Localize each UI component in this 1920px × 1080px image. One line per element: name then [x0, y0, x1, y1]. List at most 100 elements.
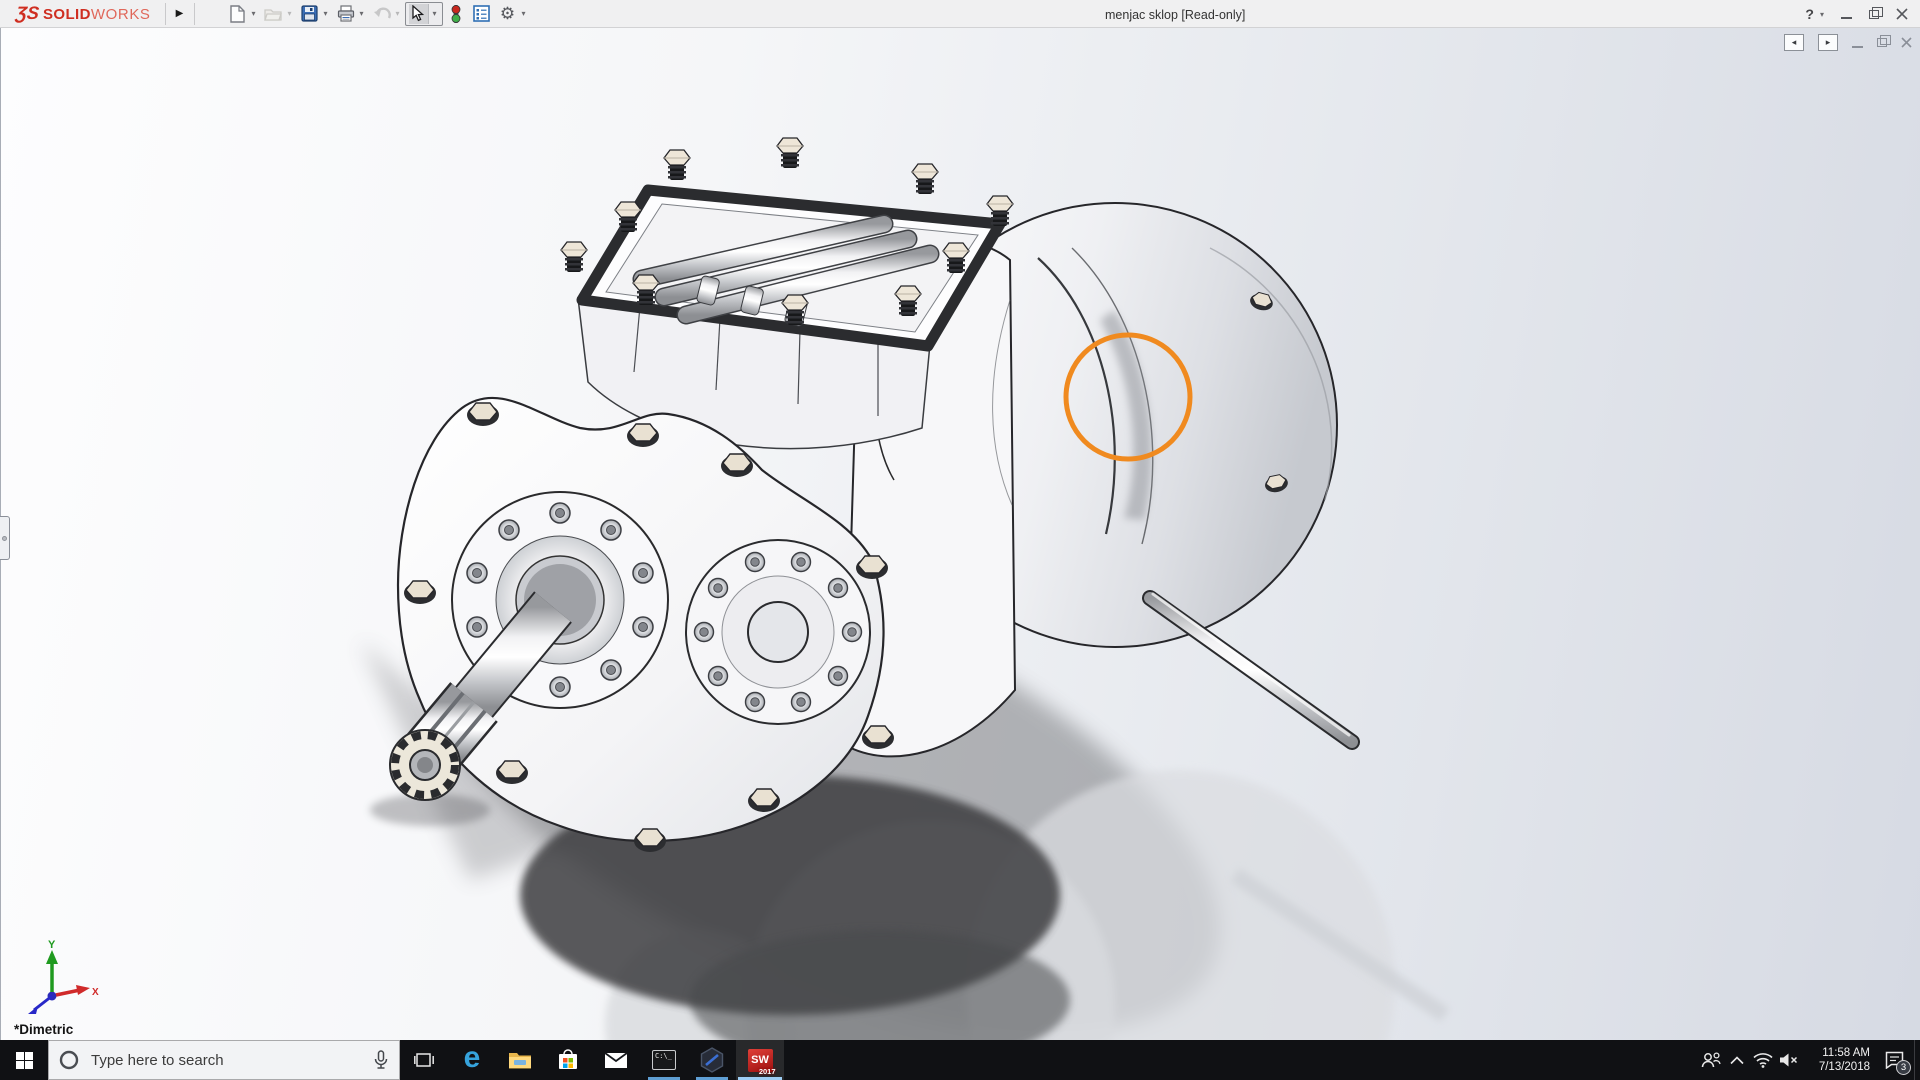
- options-button[interactable]: ⚙ ▾: [495, 2, 531, 26]
- new-document-button[interactable]: ▾: [225, 2, 261, 26]
- document-restore-button[interactable]: [1877, 38, 1887, 47]
- rebuild-button[interactable]: [443, 2, 469, 26]
- mail-icon: [604, 1052, 628, 1069]
- wifi-button[interactable]: [1750, 1040, 1776, 1080]
- show-desktop-button[interactable]: [1914, 1040, 1920, 1080]
- restore-icon: [1869, 10, 1879, 19]
- taskbar-app-solidworks[interactable]: SW 2017: [736, 1040, 784, 1080]
- pane-collapse-right-button[interactable]: ▸: [1818, 34, 1838, 51]
- window-controls: ? ▾: [1805, 0, 1908, 28]
- file-properties-icon: [472, 4, 492, 24]
- print-button[interactable]: ▾: [333, 2, 369, 26]
- clock-time: 11:58 AM: [1802, 1046, 1870, 1060]
- feature-tree-collapsed-tab[interactable]: [0, 516, 10, 560]
- dropdown-caret-icon: ▾: [250, 9, 258, 18]
- dropdown-caret-icon: ▾: [394, 9, 402, 18]
- solidworks-icon: SW 2017: [748, 1049, 773, 1072]
- select-tool-button[interactable]: ▾: [405, 2, 443, 26]
- open-folder-icon: [264, 4, 284, 24]
- dropdown-caret-icon: ▾: [286, 9, 294, 18]
- dropdown-caret-icon: ▾: [358, 9, 366, 18]
- taskbar-app-edge[interactable]: e: [448, 1040, 496, 1080]
- taskbar-app-command-prompt[interactable]: C:\_: [640, 1040, 688, 1080]
- pane-collapse-left-button[interactable]: ◂: [1784, 34, 1804, 51]
- volume-muted-icon: [1779, 1052, 1799, 1068]
- document-window-controls: ◂ ▸: [1784, 34, 1912, 51]
- document-minimize-button[interactable]: [1852, 38, 1863, 48]
- taskbar-search-box[interactable]: [48, 1040, 400, 1080]
- dropdown-caret-icon: ▾: [520, 9, 528, 18]
- dropdown-caret-icon: ▾: [322, 9, 330, 18]
- tray-overflow-button[interactable]: [1724, 1040, 1750, 1080]
- wifi-icon: [1753, 1052, 1773, 1068]
- task-view-button[interactable]: [400, 1040, 448, 1080]
- file-properties-button[interactable]: [469, 2, 495, 26]
- restore-icon: [1877, 38, 1887, 47]
- taskbar-app-hexagon[interactable]: [688, 1040, 736, 1080]
- minimize-icon: [1841, 17, 1852, 19]
- store-icon: [557, 1049, 579, 1071]
- brand-works-text: WORKS: [91, 6, 151, 23]
- ds-logo-icon: ƷS: [15, 3, 40, 24]
- start-button[interactable]: [0, 1040, 48, 1080]
- people-button[interactable]: [1698, 1040, 1724, 1080]
- separator: [165, 3, 166, 25]
- menu-arrow-icon: ▶: [176, 8, 184, 19]
- triangle-left-icon: ◂: [1792, 37, 1797, 48]
- undo-button[interactable]: ▾: [369, 2, 405, 26]
- orientation-triad: Y X: [12, 940, 102, 1020]
- taskbar: e C:\_ SW 2017 11:58 AM: [0, 1040, 1920, 1080]
- model-3d-render[interactable]: [0, 0, 1920, 1040]
- save-floppy-icon: [300, 4, 320, 24]
- close-icon: [1896, 8, 1908, 20]
- hexagon-app-icon: [700, 1047, 724, 1073]
- select-cursor-icon: [409, 4, 429, 24]
- menu-expand-arrow-button[interactable]: ▶: [170, 2, 190, 26]
- gear-icon: ⚙: [500, 5, 515, 22]
- taskbar-app-mail[interactable]: [592, 1040, 640, 1080]
- taskbar-app-store[interactable]: [544, 1040, 592, 1080]
- chevron-up-icon: [1730, 1056, 1744, 1065]
- windows-logo-icon: [16, 1052, 33, 1069]
- people-icon: [1701, 1051, 1721, 1069]
- window-restore-button[interactable]: [1869, 10, 1879, 19]
- brand-solid-text: SOLID: [43, 6, 91, 23]
- save-button[interactable]: ▾: [297, 2, 333, 26]
- main-toolbar: ▾ ▾ ▾ ▾ ▾ ▾: [225, 2, 531, 26]
- triangle-right-icon: ▸: [1826, 37, 1831, 48]
- print-icon: [336, 4, 356, 24]
- drag-handle-icon: [2, 536, 7, 541]
- help-button[interactable]: ?: [1805, 6, 1814, 22]
- taskbar-app-file-explorer[interactable]: [496, 1040, 544, 1080]
- solidworks-logo: ƷS SOLID WORKS: [0, 3, 161, 24]
- cortana-circle-icon: [59, 1050, 79, 1070]
- clock-date: 7/13/2018: [1802, 1060, 1870, 1074]
- minimize-icon: [1852, 46, 1863, 48]
- edge-icon: e: [464, 1043, 481, 1073]
- file-explorer-icon: [508, 1051, 532, 1070]
- command-prompt-icon: C:\_: [652, 1050, 676, 1070]
- separator: [194, 3, 195, 25]
- document-title: menjac sklop [Read-only]: [1105, 8, 1245, 22]
- notification-badge: 3: [1896, 1060, 1911, 1075]
- new-document-icon: [228, 4, 248, 24]
- help-dropdown-caret-icon: ▾: [1820, 10, 1824, 19]
- document-close-button[interactable]: [1901, 37, 1912, 48]
- dropdown-caret-icon: ▾: [431, 9, 439, 18]
- volume-button[interactable]: [1776, 1040, 1802, 1080]
- system-tray: 11:58 AM 7/13/2018 3: [1698, 1040, 1920, 1080]
- action-center-button[interactable]: 3: [1874, 1040, 1914, 1080]
- titlebar: ƷS SOLID WORKS ▶ ▾ ▾ ▾ ▾: [0, 0, 1920, 28]
- window-close-button[interactable]: [1896, 8, 1908, 20]
- open-button[interactable]: ▾: [261, 2, 297, 26]
- task-view-icon: [414, 1052, 434, 1068]
- output-rod: [1150, 594, 1352, 742]
- triad-x-label: X: [92, 987, 99, 998]
- close-icon: [1901, 37, 1912, 48]
- view-orientation-label: *Dimetric: [14, 1022, 73, 1037]
- graphics-area[interactable]: ◂ ▸ Y X *Dimetric: [0, 28, 1920, 1040]
- window-minimize-button[interactable]: [1841, 9, 1852, 19]
- microphone-icon[interactable]: [373, 1050, 389, 1070]
- search-input[interactable]: [91, 1052, 373, 1069]
- taskbar-clock[interactable]: 11:58 AM 7/13/2018: [1802, 1046, 1874, 1074]
